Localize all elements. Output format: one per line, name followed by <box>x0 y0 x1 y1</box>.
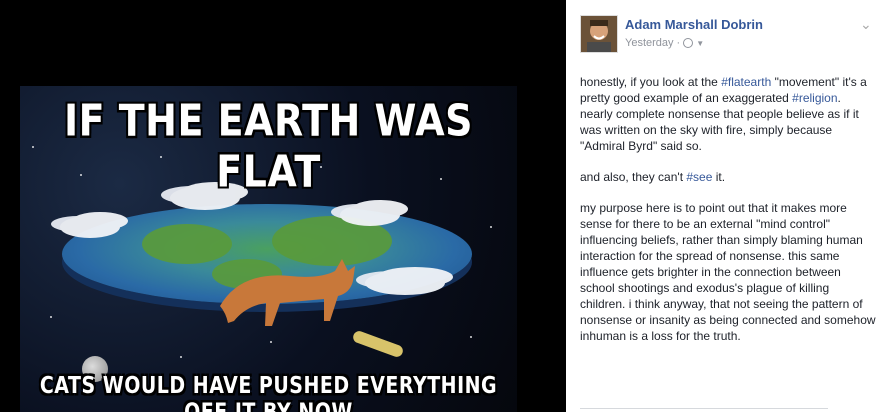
globe-icon[interactable] <box>683 38 694 48</box>
star <box>270 341 272 343</box>
meme-image[interactable]: IF THE EARTH WAS FLAT CATS WOULD HAVE PU… <box>20 86 517 412</box>
post-panel: Adam Marshall Dobrin Yesterday · ▼ ⌄ hon… <box>566 0 886 412</box>
star <box>470 336 472 338</box>
meme-top-text: IF THE EARTH WAS FLAT <box>63 95 474 197</box>
star <box>180 356 182 358</box>
bottle <box>351 329 405 359</box>
author-name[interactable]: Adam Marshall Dobrin <box>625 17 763 32</box>
post-text: honestly, if you look at the #flatearth … <box>580 74 876 359</box>
post-paragraph-3: my purpose here is to point out that it … <box>580 201 876 343</box>
hashtag-see[interactable]: #see <box>686 170 712 184</box>
text: it. <box>712 170 726 184</box>
cloud <box>340 204 400 226</box>
caret-down-icon[interactable]: ▼ <box>696 39 704 48</box>
post-paragraph-1: honestly, if you look at the #flatearth … <box>580 74 876 154</box>
cloud <box>365 271 445 295</box>
text: honestly, if you look at the <box>580 75 722 89</box>
timestamp[interactable]: Yesterday <box>625 37 674 49</box>
star <box>50 316 52 318</box>
cloud <box>60 216 120 238</box>
photo-viewer: IF THE EARTH WAS FLAT CATS WOULD HAVE PU… <box>0 0 566 412</box>
text: and also, they can't <box>580 170 687 184</box>
hashtag-religion[interactable]: #religion <box>792 91 837 105</box>
post-meta: Yesterday · ▼ <box>625 37 705 49</box>
post-paragraph-2: and also, they can't #see it. <box>580 169 876 185</box>
chevron-down-icon[interactable]: ⌄ <box>860 16 872 33</box>
cat-illustration <box>220 259 355 326</box>
meme-bottom-text: CATS WOULD HAVE PUSHED EVERYTHING OFF IT… <box>39 372 498 412</box>
hashtag-flatearth[interactable]: #flatearth <box>721 75 771 89</box>
star <box>490 226 492 228</box>
avatar[interactable] <box>580 15 618 53</box>
divider <box>580 408 828 409</box>
